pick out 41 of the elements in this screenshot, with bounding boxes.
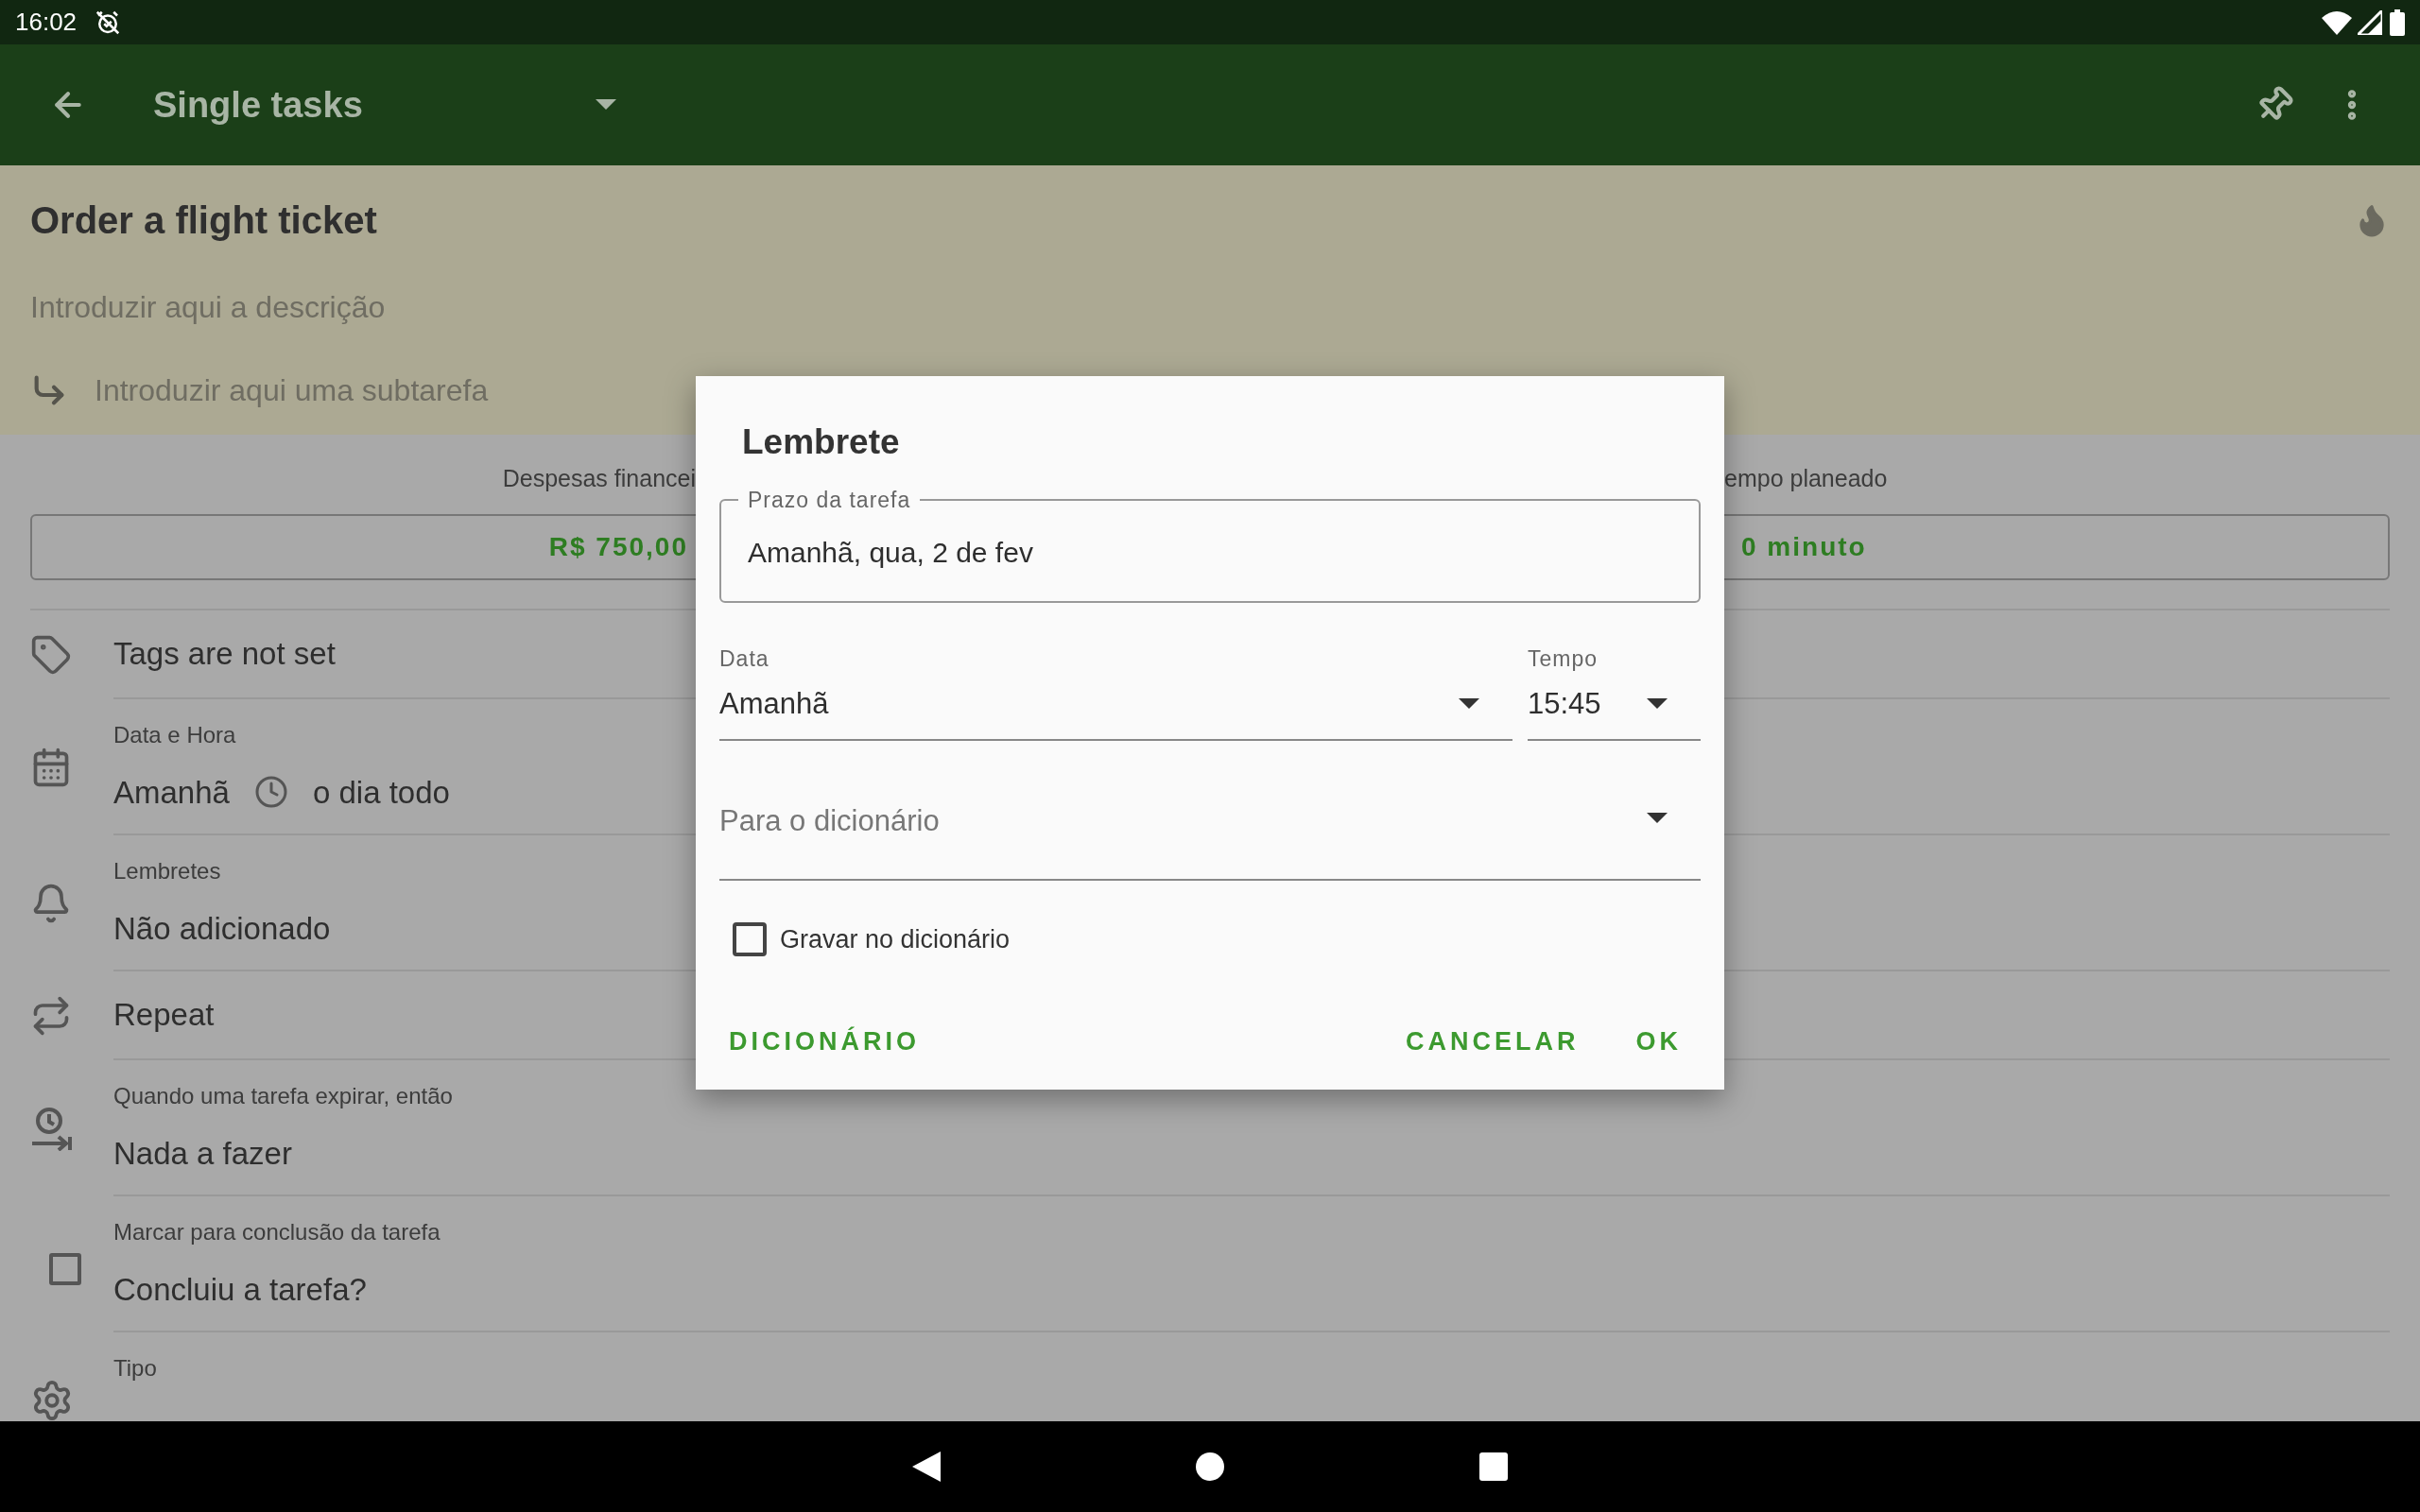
completion-checkbox[interactable] — [49, 1252, 81, 1285]
time-value[interactable]: o dia todo — [312, 768, 450, 816]
row-label: Marcar para conclusão da tarefa — [113, 1217, 441, 1246]
dialog-button[interactable]: CANCELAR — [1396, 1015, 1589, 1069]
task-title[interactable]: Order a flight ticket — [30, 192, 377, 249]
checkbox-label: Gravar no dicionário — [780, 923, 1011, 955]
date-dropdown[interactable]: Data Amanhã — [719, 642, 1512, 741]
deadline-value: Amanhã, qua, 2 de fev — [748, 536, 1034, 570]
signal-icon — [2358, 9, 2382, 35]
metric-label: Despesas financei — [501, 464, 697, 493]
row-value[interactable]: Concluiu a tarefa? — [113, 1265, 367, 1313]
dialog-button[interactable]: OK — [1626, 1015, 1691, 1069]
dictionary-dropdown[interactable]: Para o dicionário — [719, 780, 1701, 881]
row-value[interactable]: Nada a fazer — [113, 1129, 292, 1177]
row-label: Lembretes — [113, 856, 221, 885]
date-value[interactable]: Amanhã — [113, 768, 230, 816]
row-label: Tipo — [113, 1353, 157, 1383]
row-label: Data e Hora — [113, 720, 236, 749]
wifi-icon — [2322, 9, 2352, 35]
list-selector[interactable]: Single tasks — [153, 77, 616, 132]
home-nav-icon[interactable] — [1196, 1452, 1224, 1481]
save-checkbox[interactable] — [733, 921, 767, 956]
dialog-button[interactable]: DICIONÁRIO — [719, 1015, 929, 1069]
row-label: Quando uma tarefa expirar, então — [113, 1081, 453, 1110]
timer-arrow-icon — [30, 1105, 72, 1151]
dropdown-caret-icon — [1647, 698, 1668, 711]
dropdown-caret-icon — [1459, 698, 1479, 711]
status-time: 16:02 — [15, 7, 78, 38]
metric-label: empo planeado — [1723, 464, 1889, 493]
battery-icon — [2390, 9, 2405, 36]
clock-icon — [253, 775, 288, 810]
tag-icon — [30, 633, 72, 676]
row-value[interactable]: Repeat — [113, 990, 215, 1039]
dropdown-caret-icon — [1647, 812, 1668, 824]
deadline-label: Prazo da tarefa — [747, 486, 912, 514]
row-value[interactable]: Não adicionado — [113, 904, 331, 952]
time-dropdown[interactable]: Tempo 15:45 — [1528, 642, 1701, 741]
back-nav-icon[interactable] — [912, 1452, 941, 1482]
dialog-title: Lembrete — [742, 421, 901, 463]
dropdown-caret-icon — [596, 99, 616, 111]
row-value[interactable]: Tags are not set — [113, 629, 336, 678]
